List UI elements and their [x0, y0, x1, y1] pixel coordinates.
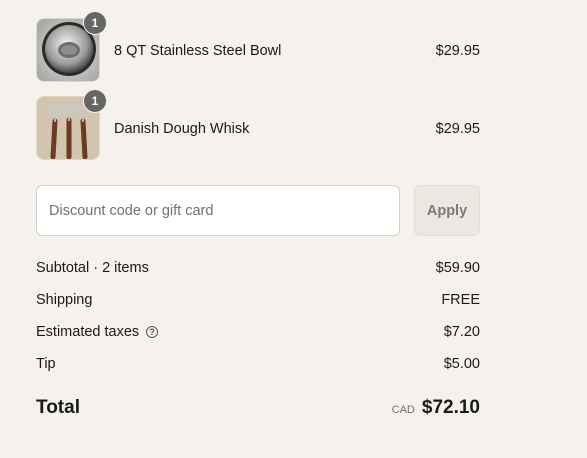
- discount-code-input[interactable]: [36, 185, 400, 236]
- product-name: Danish Dough Whisk: [114, 121, 250, 137]
- apply-discount-button[interactable]: Apply: [414, 185, 480, 236]
- shipping-label: Shipping: [36, 292, 93, 308]
- total-row: Total CAD $72.10: [36, 397, 480, 425]
- tip-label: Tip: [36, 356, 56, 372]
- line-item: 1 Danish Dough Whisk $29.95: [36, 78, 480, 160]
- product-name: 8 QT Stainless Steel Bowl: [114, 43, 282, 59]
- tip-row: Tip $5.00: [36, 354, 480, 386]
- taxes-value: $7.20: [443, 324, 480, 340]
- product-price: $29.95: [435, 43, 480, 59]
- tip-value: $5.00: [443, 356, 480, 372]
- subtotal-row: Subtotal · 2 items $59.90: [36, 258, 480, 290]
- subtotal-label: Subtotal · 2 items: [36, 260, 149, 276]
- shipping-value: FREE: [441, 292, 480, 308]
- taxes-label: Estimated taxes: [36, 324, 140, 340]
- total-amount: $72.10: [421, 397, 480, 418]
- quantity-badge: 1: [84, 90, 106, 112]
- totals-section: Subtotal · 2 items $59.90 Shipping FREE …: [36, 258, 480, 386]
- order-summary: 1 8 QT Stainless Steel Bowl $29.95 1 Dan…: [36, 0, 480, 418]
- product-price: $29.95: [435, 121, 480, 137]
- question-mark-icon[interactable]: ?: [146, 326, 159, 338]
- currency-code: CAD: [391, 404, 415, 416]
- discount-row: Apply: [36, 185, 480, 236]
- taxes-row: Estimated taxes ? $7.20: [36, 322, 480, 354]
- subtotal-value: $59.90: [435, 260, 480, 276]
- shipping-row: Shipping FREE: [36, 290, 480, 322]
- total-value-group: CAD $72.10: [392, 397, 480, 419]
- line-item: 1 8 QT Stainless Steel Bowl $29.95: [36, 0, 480, 82]
- total-label: Total: [36, 397, 80, 418]
- quantity-badge: 1: [84, 12, 106, 34]
